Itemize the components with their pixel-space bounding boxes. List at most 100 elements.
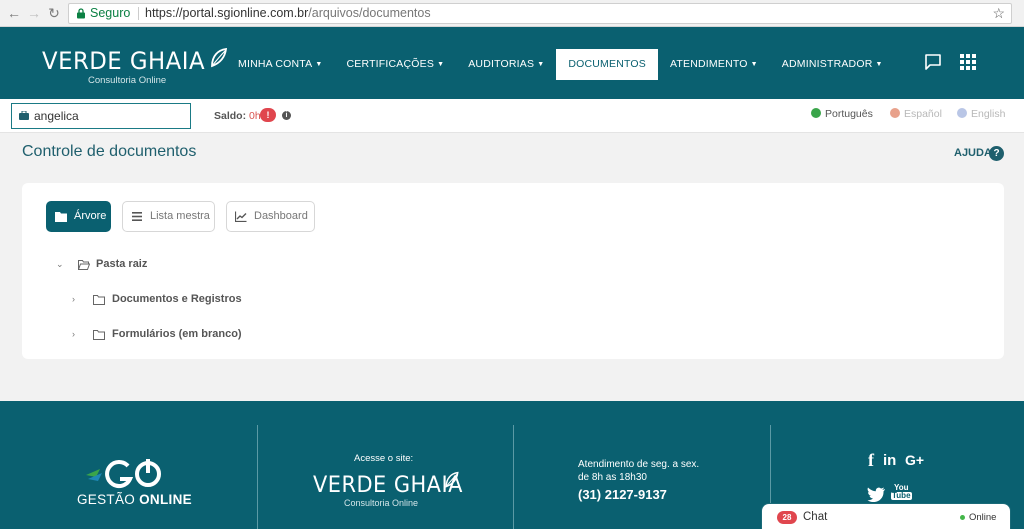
chevron-right-icon[interactable]: › bbox=[72, 329, 75, 339]
footer-brand-logo[interactable]: VERDE GHAIA Consultoria Online bbox=[313, 471, 471, 508]
phone-number: (31) 2127-9137 bbox=[578, 487, 667, 502]
url-text: https://portal.sgionline.com.br/arquivos… bbox=[145, 4, 431, 23]
documents-card: Árvore Lista mestra Dashboard ⌄ Pasta ra… bbox=[22, 183, 1004, 359]
menu-item-minha-conta[interactable]: MINHA CONTA ▼ bbox=[226, 49, 334, 80]
chevron-down-icon[interactable]: ⌄ bbox=[56, 259, 64, 270]
saldo-label: Saldo: bbox=[214, 110, 247, 122]
reload-icon[interactable]: ↻ bbox=[46, 5, 62, 21]
button-label: Lista mestra bbox=[150, 210, 210, 222]
info-icon[interactable]: i bbox=[282, 111, 291, 120]
caret-down-icon: ▼ bbox=[875, 61, 883, 68]
saldo-alert-badge[interactable]: ! bbox=[260, 108, 276, 122]
brand-subtitle: Consultoria Online bbox=[344, 498, 419, 508]
hours-line-1: Atendimento de seg. a sex. bbox=[578, 459, 700, 470]
saldo-text: Saldo: 0h bbox=[214, 110, 261, 122]
forward-arrow-icon[interactable]: → bbox=[26, 5, 42, 21]
brand-name: VERDE GHAIA bbox=[42, 47, 206, 75]
chat-count-badge: 28 bbox=[777, 511, 797, 524]
menu-item-atendimento[interactable]: ATENDIMENTO ▼ bbox=[658, 49, 770, 80]
folder-icon bbox=[55, 212, 67, 222]
menu-item-auditorias[interactable]: AUDITORIAS ▼ bbox=[456, 49, 556, 80]
top-navigation-bar: VERDE GHAIA Consultoria Online MINHA CON… bbox=[0, 27, 1024, 99]
menu-item-documentos[interactable]: DOCUMENTOS bbox=[556, 49, 658, 80]
twitter-icon[interactable] bbox=[867, 487, 886, 502]
message-icon[interactable] bbox=[924, 53, 942, 71]
url-path: /arquivos/documentos bbox=[308, 6, 431, 20]
dashboard-button[interactable]: Dashboard bbox=[226, 201, 315, 232]
tree-node-label: Formulários (em branco) bbox=[112, 328, 242, 340]
language-label: English bbox=[971, 108, 1006, 120]
brand-logo[interactable]: VERDE GHAIA Consultoria Online bbox=[42, 47, 228, 86]
tree-node-label: Documentos e Registros bbox=[112, 293, 242, 305]
usa-flag-icon bbox=[957, 108, 967, 118]
menu-item-administrador[interactable]: ADMINISTRADOR ▼ bbox=[770, 49, 895, 80]
language-spanish[interactable]: Español bbox=[890, 108, 942, 120]
youtube-icon[interactable]: You Tube bbox=[891, 484, 912, 500]
button-label: Dashboard bbox=[254, 210, 308, 222]
button-label: Árvore bbox=[74, 210, 107, 222]
gestao-online-logo[interactable] bbox=[84, 457, 164, 491]
saldo-value: 0h bbox=[249, 110, 261, 122]
main-menu: MINHA CONTA ▼ CERTIFICAÇÕES ▼ AUDITORIAS ▼ DOC… bbox=[226, 49, 895, 80]
tree-view-button[interactable]: Árvore bbox=[46, 201, 111, 232]
briefcase-icon bbox=[19, 111, 29, 120]
online-text: ONLINE bbox=[139, 492, 192, 507]
menu-item-label: ADMINISTRADOR bbox=[781, 58, 873, 70]
language-label: Português bbox=[825, 108, 873, 120]
menu-item-label: ATENDIMENTO bbox=[670, 58, 748, 70]
hours-line-2: de 8h as 18h30 bbox=[578, 472, 647, 483]
site-caption: Acesse o site: bbox=[354, 453, 414, 464]
opening-hours: Atendimento de seg. a sex. de 8h as 18h3… bbox=[578, 458, 699, 484]
menu-item-label: DOCUMENTOS bbox=[568, 58, 646, 70]
help-link[interactable]: AJUDA bbox=[954, 147, 992, 159]
lock-icon bbox=[77, 8, 85, 19]
brand-name: VERDE GHAIA bbox=[313, 473, 463, 498]
menu-item-label: AUDITORIAS bbox=[468, 58, 535, 70]
menu-item-label: CERTIFICAÇÕES bbox=[346, 58, 435, 70]
footer-divider bbox=[257, 425, 258, 529]
menu-item-certifica-es[interactable]: CERTIFICAÇÕES ▼ bbox=[334, 49, 456, 80]
youtube-bottom-text: Tube bbox=[891, 491, 912, 500]
language-portuguese[interactable]: Português bbox=[811, 108, 873, 120]
user-input[interactable] bbox=[34, 104, 184, 128]
chart-icon bbox=[235, 211, 247, 222]
caret-down-icon: ▼ bbox=[537, 61, 545, 68]
url-base: https://portal.sgionline.com.br bbox=[145, 6, 309, 20]
chat-widget[interactable]: 28 Chat Online bbox=[761, 503, 1011, 529]
brazil-flag-icon bbox=[811, 108, 821, 118]
linkedin-icon[interactable]: in bbox=[883, 452, 896, 469]
caret-down-icon: ▼ bbox=[437, 61, 445, 68]
list-icon bbox=[132, 212, 142, 221]
footer-divider bbox=[513, 425, 514, 529]
chevron-right-icon[interactable]: › bbox=[72, 294, 75, 304]
gestao-text: GESTÃO bbox=[77, 492, 136, 507]
folder-open-icon bbox=[78, 260, 90, 270]
back-arrow-icon[interactable]: ← bbox=[6, 5, 22, 21]
leaf-icon bbox=[445, 471, 459, 488]
folder-icon bbox=[93, 295, 105, 305]
browser-toolbar: ← → ↻ Seguro https://portal.sgionline.co… bbox=[0, 0, 1024, 27]
gestao-online-text: GESTÃO ONLINE bbox=[77, 492, 192, 507]
bookmark-star-icon[interactable]: ☆ bbox=[992, 4, 1005, 23]
menu-item-label: MINHA CONTA bbox=[238, 58, 313, 70]
master-list-button[interactable]: Lista mestra bbox=[122, 201, 215, 232]
secure-label: Seguro bbox=[90, 6, 131, 20]
page-title: Controle de documentos bbox=[22, 143, 197, 160]
tree-node-label: Pasta raiz bbox=[96, 258, 148, 270]
language-english[interactable]: English bbox=[957, 108, 1005, 120]
apps-grid-icon[interactable] bbox=[959, 53, 977, 71]
chat-label: Chat bbox=[803, 511, 828, 523]
address-separator bbox=[138, 7, 139, 20]
brand-subtitle: Consultoria Online bbox=[88, 75, 167, 86]
google-plus-icon[interactable]: G+ bbox=[905, 452, 924, 468]
help-icon[interactable]: ? bbox=[989, 146, 1004, 161]
chat-status: Online bbox=[969, 512, 997, 523]
folder-icon bbox=[93, 330, 105, 340]
address-bar[interactable]: Seguro https://portal.sgionline.com.br/a… bbox=[68, 3, 1012, 24]
caret-down-icon: ▼ bbox=[315, 61, 323, 68]
facebook-icon[interactable]: f bbox=[868, 450, 874, 471]
online-status-icon bbox=[960, 515, 965, 520]
caret-down-icon: ▼ bbox=[750, 61, 758, 68]
spain-flag-icon bbox=[890, 108, 900, 118]
user-selector[interactable] bbox=[11, 103, 191, 129]
